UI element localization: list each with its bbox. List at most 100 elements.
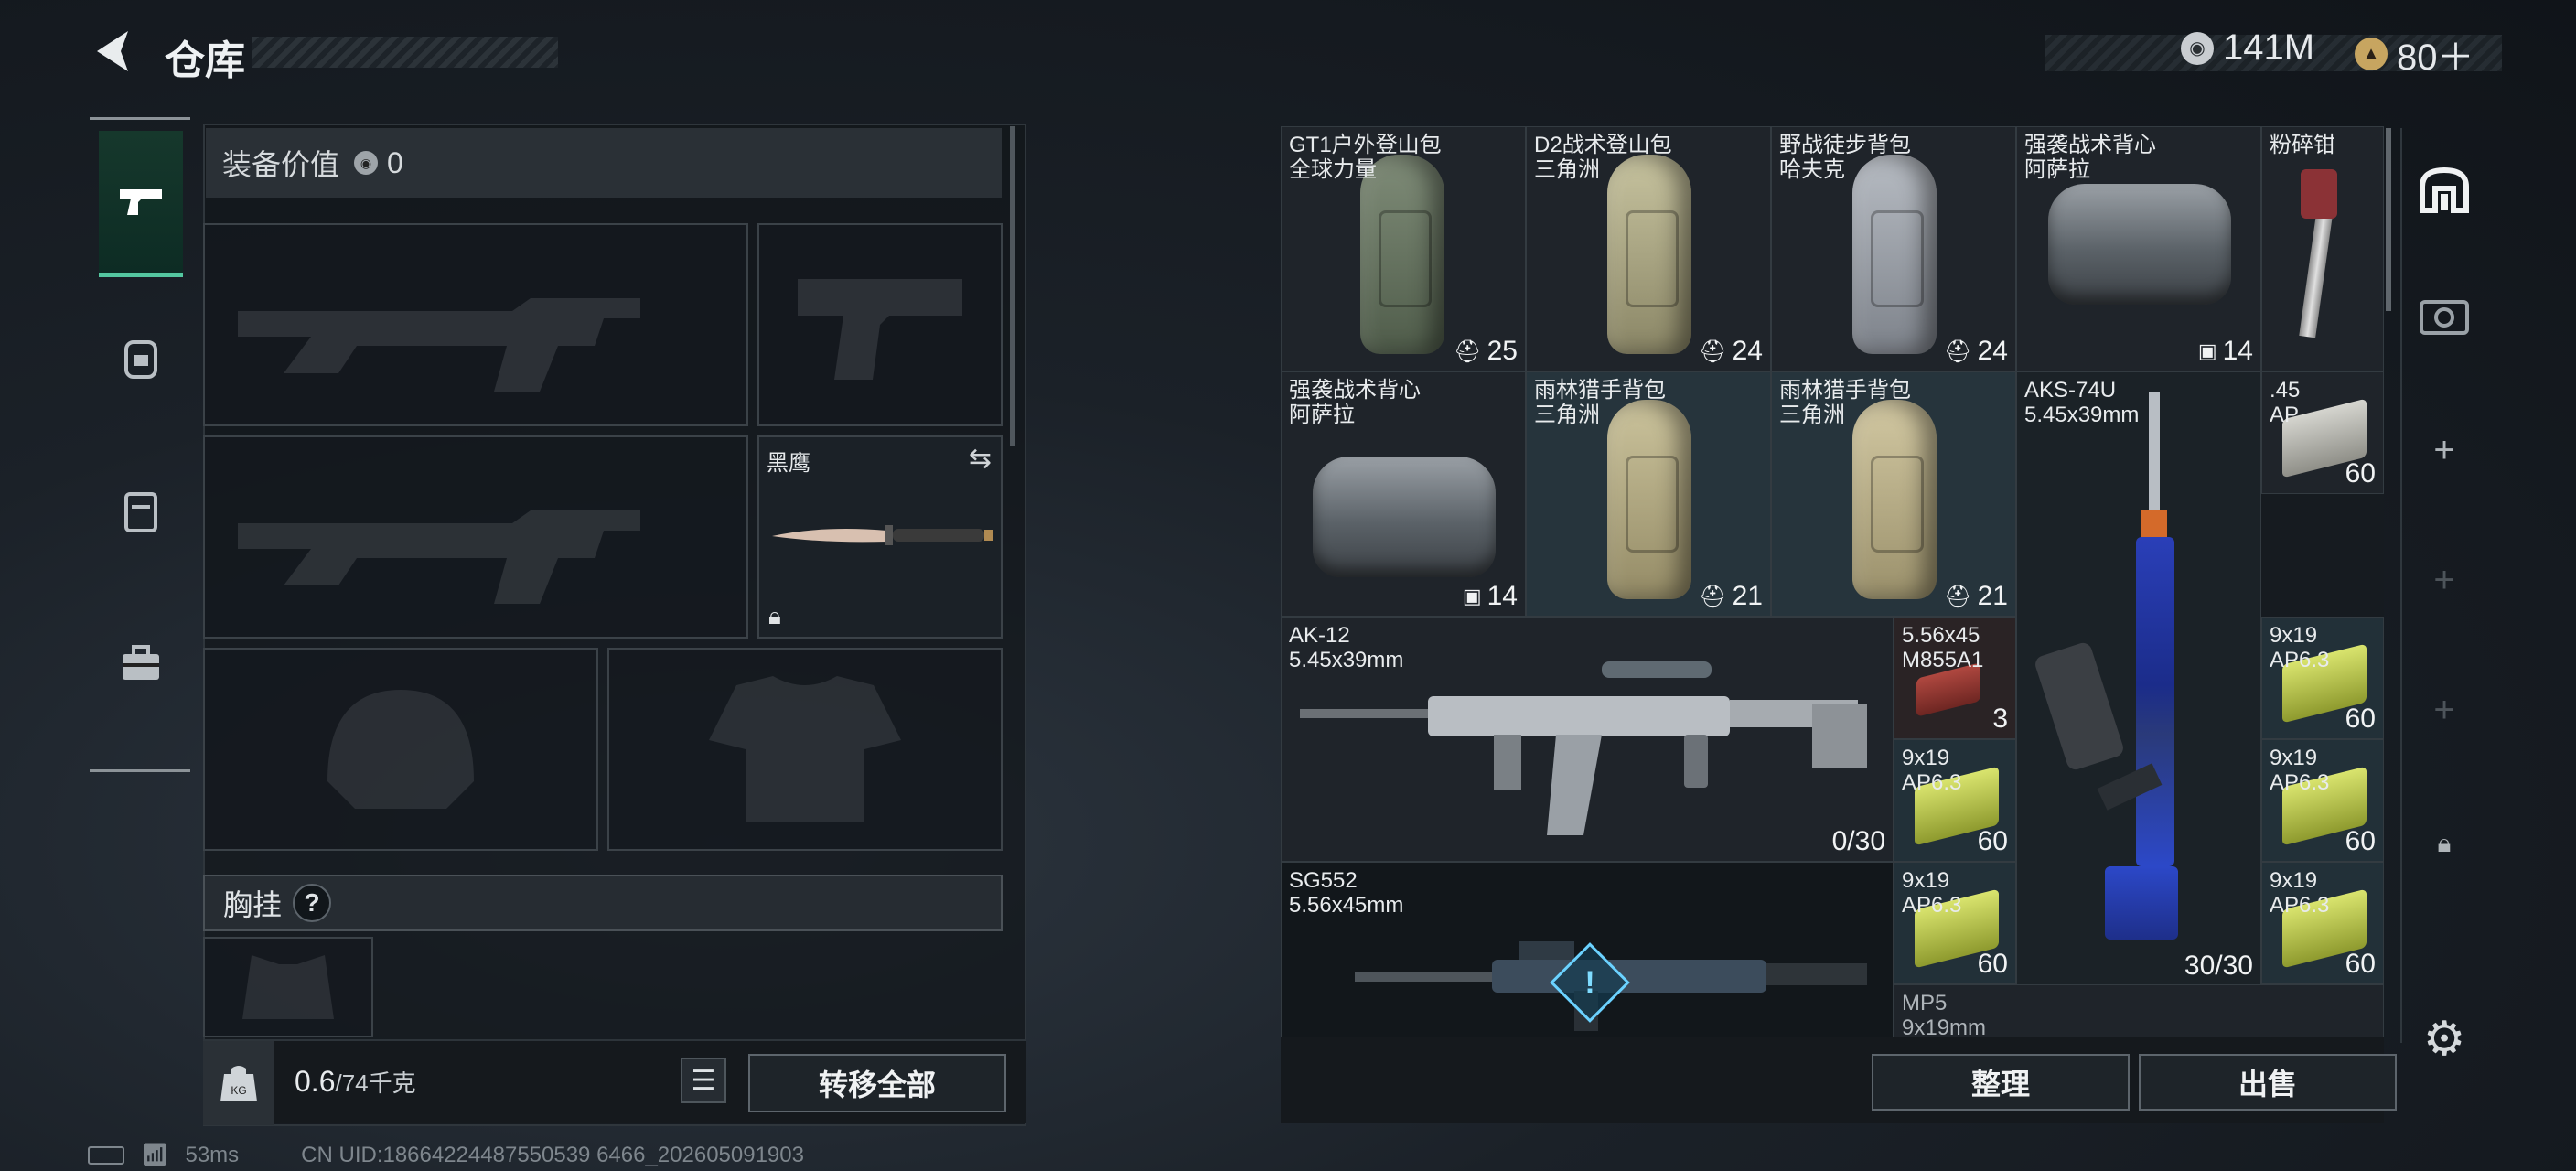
camera-icon[interactable] xyxy=(2411,282,2477,348)
weight-readout: 0.6/74千克 xyxy=(295,1065,416,1099)
vest-image xyxy=(1313,457,1496,577)
currency-tickets-value: 80＋ xyxy=(2397,38,2474,78)
stash-scrollbar[interactable] xyxy=(2386,128,2391,311)
item-name: 强袭战术背心 xyxy=(2024,133,2156,157)
right-toolbar: + + + 🔒︎ ⚙ xyxy=(2400,128,2483,1066)
item-count: 3 xyxy=(1992,704,2008,734)
pistol-placeholder-icon xyxy=(759,225,1001,424)
back-arrow-icon[interactable] xyxy=(88,26,139,81)
list-view-icon[interactable]: ☰ xyxy=(681,1058,726,1103)
item-brand: 阿萨拉 xyxy=(2024,157,2090,182)
equipment-value: 0 xyxy=(387,145,403,179)
lock-icon[interactable]: 🔒︎ xyxy=(2411,811,2477,876)
help-icon[interactable]: ? xyxy=(293,884,332,922)
item-count: 25 xyxy=(1487,336,1518,366)
stash-item[interactable]: .45 AP 60 xyxy=(2261,371,2384,494)
plus-icon[interactable]: + xyxy=(2411,417,2477,483)
currency-coins[interactable]: ◉ 141M xyxy=(2181,27,2314,69)
currency-tickets[interactable]: ▲ 80＋ xyxy=(2355,27,2474,81)
item-name: SG552 xyxy=(1289,868,1358,893)
rifle-image xyxy=(1300,661,1867,835)
item-brand: 三角洲 xyxy=(1534,403,1600,427)
sort-button[interactable]: 整理 xyxy=(1872,1054,2130,1111)
rifle-placeholder-icon xyxy=(205,225,746,424)
wifi-icon: 📶︎ xyxy=(141,1143,169,1167)
transfer-all-button[interactable]: 转移全部 xyxy=(748,1054,1006,1112)
sell-button[interactable]: 出售 xyxy=(2139,1054,2397,1111)
stash-item[interactable]: 5.56x45 M855A1 3 xyxy=(1894,617,2016,739)
stash-item[interactable]: MP5 9x19mm xyxy=(1894,984,2384,1037)
plus-icon[interactable]: + xyxy=(2411,677,2477,743)
loadout-scrollbar[interactable] xyxy=(1010,126,1015,446)
item-brand: 三角洲 xyxy=(1779,403,1845,427)
item-brand: AP6.3 xyxy=(1902,893,1962,918)
backpack-icon: ⛑︎ xyxy=(1944,338,1972,364)
stash-item[interactable]: AK-12 5.45x39mm 0/30 xyxy=(1281,617,1894,862)
chest-rig-slot[interactable] xyxy=(203,937,373,1037)
stash-item[interactable]: D2战术登山包 三角洲 ⛑︎ 24 xyxy=(1526,126,1771,371)
sidebar-item-weapons[interactable] xyxy=(99,131,183,277)
stash-item[interactable]: 9x19 AP6.3 60 xyxy=(1894,739,2016,862)
sidebar-item-cases[interactable] xyxy=(99,590,183,736)
item-name: 9x19 xyxy=(2270,623,2318,648)
item-count: 60 xyxy=(2345,949,2376,979)
sidebar-item-vests[interactable] xyxy=(99,438,183,585)
lock-icon: 🔒︎ xyxy=(768,602,781,629)
status-bar: 📶︎ 53ms CN UID:18664224487550539 6466_20… xyxy=(88,1142,804,1168)
item-ammo-count: 0/30 xyxy=(1831,826,1885,856)
stash-item[interactable]: 强袭战术背心 阿萨拉 ▣ 14 xyxy=(1281,371,1526,617)
melee-slot[interactable]: 黑鹰 ⇆ 🔒︎ xyxy=(757,435,1003,639)
item-count: 60 xyxy=(1977,826,2008,856)
melee-name: 黑鹰 xyxy=(767,451,810,476)
title-decoration xyxy=(252,37,558,68)
stash-item[interactable]: 野战徒步背包 哈夫克 ⛑︎ 24 xyxy=(1771,126,2016,371)
item-brand: AP6.3 xyxy=(1902,770,1962,795)
stash-item[interactable]: 9x19 AP6.3 60 xyxy=(2261,862,2384,984)
item-count: 21 xyxy=(1732,581,1763,611)
primary-weapon-slot[interactable] xyxy=(203,223,748,426)
item-name: 9x19 xyxy=(2270,746,2318,770)
helmet-slot[interactable] xyxy=(203,648,598,851)
stash-item[interactable]: GT1户外登山包 全球力量 ⛑︎ 25 xyxy=(1281,126,1526,371)
loadout-icon[interactable] xyxy=(2411,157,2477,223)
stash-item[interactable]: 9x19 AP6.3 60 xyxy=(2261,617,2384,739)
user-uid: CN UID:18664224487550539 6466_2026050919… xyxy=(301,1142,804,1167)
item-name: D2战术登山包 xyxy=(1534,133,1672,157)
item-name: 9x19 xyxy=(1902,868,1950,893)
stash-item[interactable]: 强袭战术背心 阿萨拉 ▣ 14 xyxy=(2016,126,2261,371)
stash-item[interactable]: 雨林猎手背包 三角洲 ⛑︎ 21 xyxy=(1771,371,2016,617)
backpack-icon: ⛑︎ xyxy=(1944,584,1972,609)
ping-value: 53ms xyxy=(185,1142,240,1167)
stash-item[interactable]: AKS-74U 5.45x39mm 30/30 xyxy=(2016,371,2261,986)
plus-icon[interactable]: + xyxy=(2411,547,2477,613)
gun-icon xyxy=(120,188,162,215)
stash-item[interactable]: 9x19 AP6.3 60 xyxy=(2261,739,2384,862)
svg-text:KG: KG xyxy=(231,1084,246,1097)
backpack-icon: ⛑︎ xyxy=(1699,338,1727,364)
item-count: 24 xyxy=(1732,336,1763,366)
category-sidebar xyxy=(90,117,190,772)
loadout-footer: KG 0.6/74千克 ☰ 转移全部 xyxy=(203,1039,1026,1125)
swap-icon[interactable]: ⇆ xyxy=(969,443,992,475)
backpack-image xyxy=(1607,400,1691,599)
item-count: 24 xyxy=(1977,336,2008,366)
backpack-image xyxy=(1607,155,1691,354)
sidebar-item-backpacks[interactable] xyxy=(99,285,183,431)
knife-image xyxy=(772,525,993,545)
page-title: 仓库 xyxy=(165,38,245,83)
coin-icon: ◉ xyxy=(2181,31,2214,65)
secondary-weapon-slot[interactable] xyxy=(203,435,748,639)
settings-icon[interactable]: ⚙ xyxy=(2411,1006,2477,1072)
stash-item[interactable]: SG552 5.56x45mm ! xyxy=(1281,862,1894,1037)
rifle-body-image xyxy=(2136,537,2174,866)
stash-item[interactable]: 粉碎钳 xyxy=(2261,126,2384,371)
stash-item[interactable]: 9x19 AP6.3 60 xyxy=(1894,862,2016,984)
stash-item[interactable]: 雨林猎手背包 三角洲 ⛑︎ 21 xyxy=(1526,371,1771,617)
pistol-slot[interactable] xyxy=(757,223,1003,426)
item-brand: 9x19mm xyxy=(1902,1015,1987,1037)
item-name: 雨林猎手背包 xyxy=(1779,378,1911,403)
backpack-image xyxy=(1852,155,1937,354)
armor-placeholder-icon xyxy=(609,650,1001,849)
item-brand: 阿萨拉 xyxy=(1289,403,1355,427)
armor-slot[interactable] xyxy=(607,648,1003,851)
